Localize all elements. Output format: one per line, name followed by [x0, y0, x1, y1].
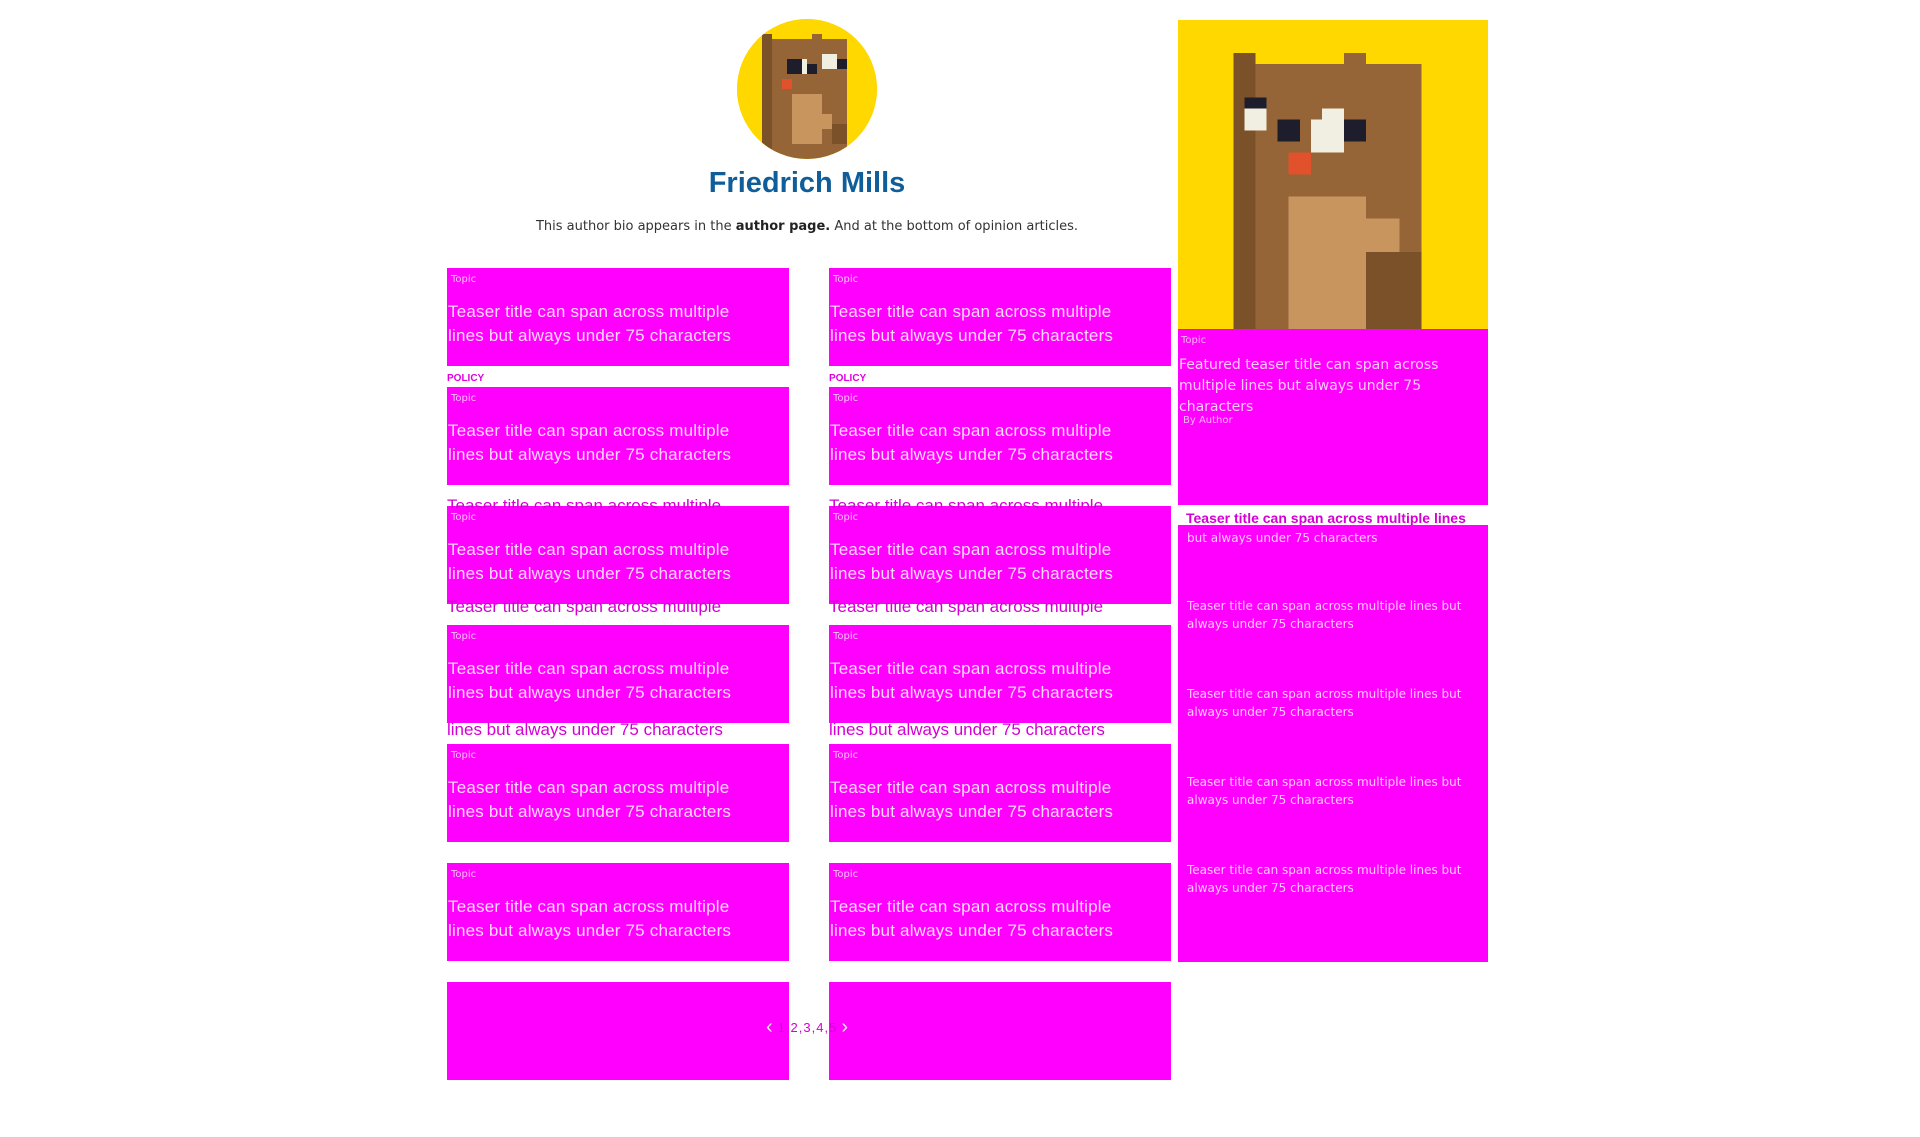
- chevron-right-icon[interactable]: ›: [837, 1016, 852, 1039]
- teaser-card[interactable]: Topic Teaser title can span across multi…: [447, 506, 789, 604]
- featured-kicker: Topic: [1181, 335, 1207, 346]
- teaser-kicker: Topic: [451, 750, 477, 761]
- teaser-kicker: Topic: [451, 631, 477, 642]
- teaser-kicker: Topic: [451, 512, 477, 523]
- teaser-card[interactable]: Topic Teaser title can span across multi…: [829, 863, 1171, 961]
- featured-title[interactable]: Featured teaser title can span across mu…: [1179, 355, 1484, 418]
- author-avatar: [737, 19, 877, 159]
- author-bio-prefix: This author bio appears in the: [535, 219, 736, 234]
- teaser-card[interactable]: Topic Teaser title can span across multi…: [447, 268, 789, 366]
- overflow-title: Teaser title can span across multiple: [447, 496, 722, 508]
- overflow-title: Teaser title can span across multiple: [447, 597, 722, 616]
- author-name: Friedrich Mills: [708, 167, 906, 199]
- teaser-card[interactable]: Topic Teaser title can span across multi…: [447, 387, 789, 485]
- teaser-kicker: Topic: [833, 631, 859, 642]
- teaser-card[interactable]: Topic Teaser title can span across multi…: [829, 625, 1171, 723]
- author-page-link[interactable]: author page.: [736, 219, 831, 234]
- overflow-title: Teaser title can span across multiple: [829, 597, 1104, 616]
- teaser-kicker: Topic: [833, 274, 859, 285]
- page-separator: ,: [811, 1019, 816, 1035]
- pagination: ‹ 1, 2, 3, 4, 5 ›: [762, 1015, 852, 1039]
- teaser-title[interactable]: Teaser title can span across multiple li…: [830, 538, 1150, 586]
- page-link-4[interactable]: 4: [816, 1020, 823, 1035]
- teaser-kicker: Topic: [833, 512, 859, 523]
- sidebar-list-heading[interactable]: Teaser title can span across multiple li…: [1186, 510, 1486, 526]
- pixel-squirrel-icon: [1178, 20, 1488, 329]
- teaser-title[interactable]: Teaser title can span across multiple li…: [830, 657, 1150, 705]
- teaser-card-empty[interactable]: [829, 982, 1171, 1080]
- teaser-card[interactable]: Topic Teaser title can span across multi…: [447, 744, 789, 842]
- teaser-card[interactable]: Topic Teaser title can span across multi…: [447, 625, 789, 723]
- chevron-left-icon[interactable]: ‹: [762, 1016, 777, 1039]
- section-tag[interactable]: POLICY: [447, 373, 484, 384]
- teaser-kicker: Topic: [451, 274, 477, 285]
- sidebar-list-item[interactable]: Teaser title can span across multiple li…: [1187, 685, 1482, 721]
- sidebar-list-item[interactable]: Teaser title can span across multiple li…: [1187, 597, 1482, 633]
- teaser-title[interactable]: Teaser title can span across multiple li…: [830, 895, 1150, 943]
- teaser-card[interactable]: Topic Teaser title can span across multi…: [447, 863, 789, 961]
- teaser-card-empty[interactable]: [447, 982, 789, 1080]
- teaser-card[interactable]: Topic Teaser title can span across multi…: [829, 744, 1171, 842]
- teaser-title[interactable]: Teaser title can span across multiple li…: [448, 300, 768, 348]
- teaser-title[interactable]: Teaser title can span across multiple li…: [448, 657, 768, 705]
- teaser-title[interactable]: Teaser title can span across multiple li…: [448, 895, 768, 943]
- teaser-card[interactable]: Topic Teaser title can span across multi…: [829, 268, 1171, 366]
- page-link-5[interactable]: 5: [829, 1020, 836, 1035]
- teaser-card[interactable]: Topic Teaser title can span across multi…: [829, 506, 1171, 604]
- featured-byline: By Author: [1183, 415, 1233, 426]
- teaser-title[interactable]: Teaser title can span across multiple li…: [830, 419, 1150, 467]
- page-separator: ,: [798, 1019, 803, 1035]
- teaser-kicker: Topic: [833, 750, 859, 761]
- page-separator: ,: [824, 1019, 829, 1035]
- teaser-kicker: Topic: [833, 869, 859, 880]
- page-link-1[interactable]: 1: [778, 1020, 785, 1035]
- teaser-card[interactable]: Topic Teaser title can span across multi…: [829, 387, 1171, 485]
- featured-teaser[interactable]: Topic Featured teaser title can span acr…: [1178, 329, 1488, 505]
- teaser-kicker: Topic: [451, 869, 477, 880]
- pixel-squirrel-icon: [737, 19, 877, 159]
- page-separator: ,: [785, 1019, 790, 1035]
- teaser-kicker: Topic: [451, 393, 477, 404]
- section-tag[interactable]: POLICY: [829, 373, 866, 384]
- overflow-title: Teaser title can span across multiple: [829, 496, 1104, 508]
- featured-image[interactable]: [1178, 20, 1488, 329]
- overflow-title: lines but always under 75 characters: [829, 720, 1105, 739]
- teaser-title[interactable]: Teaser title can span across multiple li…: [448, 538, 768, 586]
- page-link-3[interactable]: 3: [803, 1020, 810, 1035]
- teaser-title[interactable]: Teaser title can span across multiple li…: [448, 419, 768, 467]
- sidebar-list-item[interactable]: Teaser title can span across multiple li…: [1187, 861, 1482, 897]
- teaser-title[interactable]: Teaser title can span across multiple li…: [448, 776, 768, 824]
- author-bio: This author bio appears in the author pa…: [450, 219, 1164, 234]
- teaser-title[interactable]: Teaser title can span across multiple li…: [830, 776, 1150, 824]
- page-link-2[interactable]: 2: [791, 1020, 798, 1035]
- sidebar-list-item[interactable]: but always under 75 characters: [1187, 529, 1482, 547]
- teaser-kicker: Topic: [833, 393, 859, 404]
- sidebar-list: but always under 75 characters Teaser ti…: [1178, 525, 1488, 962]
- author-bio-suffix: And at the bottom of opinion articles.: [830, 219, 1079, 234]
- sidebar-list-item[interactable]: Teaser title can span across multiple li…: [1187, 773, 1482, 809]
- overflow-title: lines but always under 75 characters: [447, 720, 723, 739]
- teaser-title[interactable]: Teaser title can span across multiple li…: [830, 300, 1150, 348]
